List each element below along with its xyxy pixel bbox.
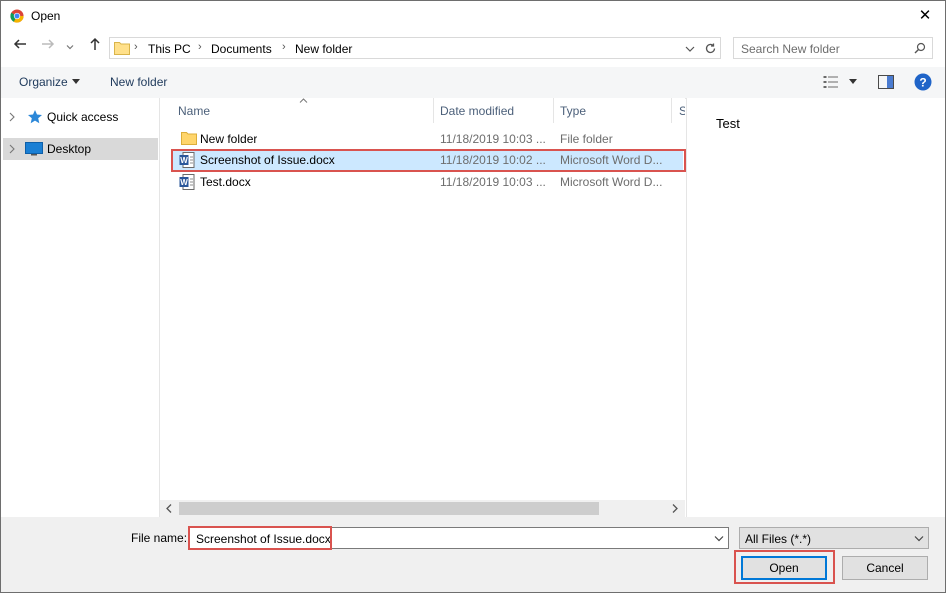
- column-divider[interactable]: [553, 98, 554, 123]
- chevron-right-icon[interactable]: [9, 112, 15, 122]
- recent-locations-button[interactable]: [63, 37, 77, 57]
- up-button[interactable]: [85, 37, 105, 57]
- file-date: 11/18/2019 10:03 ...: [440, 175, 546, 189]
- column-header-size[interactable]: S: [679, 98, 685, 123]
- preview-text: Test: [716, 116, 740, 131]
- search-input[interactable]: Search New folder: [741, 42, 840, 56]
- cancel-button[interactable]: Cancel: [842, 556, 928, 580]
- breadcrumb-separator: ›: [134, 41, 138, 53]
- desktop-icon: [25, 142, 43, 156]
- svg-text:?: ?: [919, 76, 926, 90]
- scroll-right-icon[interactable]: [672, 504, 678, 513]
- star-icon: [28, 110, 42, 124]
- column-divider[interactable]: [671, 98, 672, 123]
- navigation-pane: Quick access Desktop: [1, 98, 160, 517]
- file-type-filter-value: All Files (*.*): [745, 532, 812, 546]
- forward-button[interactable]: [38, 37, 58, 57]
- close-icon: ✕: [918, 7, 932, 24]
- highlight-selected-file: [171, 149, 686, 172]
- preview-pane: Test: [686, 98, 945, 517]
- nav-item-label: Desktop: [47, 142, 92, 156]
- column-header-label: Type: [560, 104, 587, 118]
- refresh-icon[interactable]: [704, 42, 717, 55]
- column-header-name[interactable]: Name: [178, 98, 433, 123]
- caret-down-icon[interactable]: [849, 79, 857, 85]
- caret-down-icon: [72, 79, 80, 84]
- highlight-open-button: [734, 550, 835, 584]
- svg-text:W: W: [180, 178, 188, 187]
- nav-item-label: Quick access: [47, 110, 119, 124]
- file-type: File folder: [560, 132, 613, 146]
- chevron-down-icon: [66, 45, 74, 50]
- folder-icon: [114, 42, 130, 55]
- file-name-label: File name:: [131, 531, 188, 545]
- column-header-label: S: [679, 104, 685, 118]
- chevron-down-icon[interactable]: [714, 535, 724, 542]
- column-header-date-modified[interactable]: Date modified: [440, 98, 552, 123]
- chevron-right-icon[interactable]: [9, 144, 15, 154]
- breadcrumb-separator: ›: [198, 41, 202, 53]
- breadcrumb-documents[interactable]: Documents: [211, 42, 272, 56]
- help-icon[interactable]: ?: [914, 73, 932, 91]
- file-name: New folder: [200, 132, 258, 146]
- arrow-up-icon: [90, 37, 100, 50]
- column-header-type[interactable]: Type: [560, 98, 670, 123]
- search-icon: [914, 42, 926, 54]
- folder-icon: [181, 132, 197, 145]
- chevron-down-icon[interactable]: [685, 45, 695, 53]
- nav-item-desktop[interactable]: Desktop: [3, 138, 158, 160]
- arrow-right-icon: [42, 39, 55, 49]
- window-title: Open: [31, 9, 61, 23]
- file-row-test[interactable]: W Test.docx 11/18/2019 10:03 ... Microso…: [171, 171, 683, 192]
- organize-button[interactable]: Organize: [19, 75, 68, 89]
- breadcrumb-separator: ›: [282, 41, 286, 53]
- arrow-left-icon: [13, 39, 26, 49]
- preview-pane-icon[interactable]: [878, 75, 894, 89]
- nav-item-quick-access[interactable]: Quick access: [3, 106, 158, 128]
- file-name: Test.docx: [200, 175, 251, 189]
- scroll-left-icon[interactable]: [166, 504, 172, 513]
- search-box[interactable]: Search New folder: [733, 37, 933, 59]
- command-toolbar: Organize New folder ?: [1, 67, 945, 99]
- highlight-file-name: [188, 526, 332, 550]
- chrome-icon: [10, 9, 24, 23]
- word-doc-icon: W: [179, 174, 195, 190]
- column-divider[interactable]: [433, 98, 434, 123]
- title-bar: Open ✕: [1, 1, 945, 32]
- file-row-new-folder[interactable]: New folder 11/18/2019 10:03 ... File fol…: [171, 128, 683, 149]
- address-bar[interactable]: › This PC › Documents › New folder: [109, 37, 721, 59]
- close-button[interactable]: ✕: [915, 7, 935, 25]
- column-header-label: Name: [178, 104, 211, 118]
- file-type-filter[interactable]: All Files (*.*): [739, 527, 929, 549]
- file-type: Microsoft Word D...: [560, 175, 663, 189]
- file-date: 11/18/2019 10:03 ...: [440, 132, 546, 146]
- breadcrumb-new-folder[interactable]: New folder: [295, 42, 352, 56]
- chevron-down-icon[interactable]: [914, 535, 924, 542]
- scrollbar-thumb[interactable]: [179, 502, 599, 515]
- back-button[interactable]: [10, 37, 30, 57]
- new-folder-button[interactable]: New folder: [110, 75, 167, 89]
- breadcrumb-this-pc[interactable]: This PC: [148, 42, 191, 56]
- column-header-label: Date modified: [440, 104, 515, 118]
- open-dialog: Open ✕ › This PC › Documents › New folde…: [0, 0, 946, 593]
- view-options-icon[interactable]: [823, 75, 839, 89]
